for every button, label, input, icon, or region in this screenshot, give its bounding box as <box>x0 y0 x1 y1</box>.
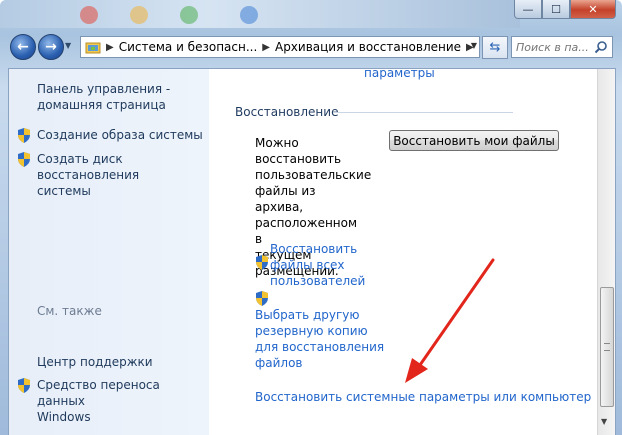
create-recovery-disc-link[interactable]: Создать диск восстановления системы <box>37 151 209 199</box>
uac-shield-icon <box>256 291 268 306</box>
vertical-scrollbar[interactable]: ▼ <box>597 69 615 435</box>
forward-arrow-icon: → <box>45 39 57 55</box>
action-center-link[interactable]: Центр поддержки <box>37 354 153 370</box>
back-arrow-icon: ← <box>17 39 29 55</box>
search-icon[interactable] <box>594 40 608 54</box>
close-button[interactable]: ✕ <box>570 0 616 19</box>
maximize-button[interactable]: ☐ <box>542 0 570 19</box>
uac-shield-icon <box>18 128 30 143</box>
breadcrumb-separator-icon[interactable]: ▶ <box>106 42 114 53</box>
window-frame: — ☐ ✕ ← → ▼ ▶ Система и безопасн... ▶ Ар… <box>0 0 622 435</box>
link-line: для восстановления <box>255 340 385 354</box>
glass-title-strip <box>0 0 520 28</box>
minimize-button[interactable]: — <box>514 0 542 19</box>
taskbar-glow <box>80 6 98 24</box>
scrollbar-thumb[interactable] <box>600 287 614 407</box>
task-link-line: Создать диск восстановления <box>37 152 140 182</box>
refresh-icon: ⇆ <box>489 40 501 55</box>
search-input[interactable] <box>512 39 594 55</box>
description-line: восстановить <box>255 152 342 166</box>
link-line: пользователей <box>270 274 366 288</box>
control-panel-icon <box>85 42 101 54</box>
description-line: файлы из архива, <box>255 184 316 214</box>
see-also-heading: См. также <box>37 304 102 318</box>
uac-shield-icon <box>18 152 30 167</box>
taskbar-glow <box>180 6 198 24</box>
see-also-link-line: Windows <box>37 410 91 424</box>
link-line: Восстановить <box>270 242 358 256</box>
caption-buttons: — ☐ ✕ <box>514 0 616 20</box>
recover-system-settings-link[interactable]: Восстановить системные параметры или ком… <box>255 389 591 405</box>
breadcrumb-separator-icon[interactable]: ▶ <box>262 42 270 53</box>
link-line: Выбрать другую <box>255 308 360 322</box>
main-pane: параметры Восстановление Можно восстанов… <box>209 66 597 435</box>
history-dropdown-icon[interactable]: ▼ <box>65 41 71 50</box>
home-link-line: Панель управления - <box>37 82 171 96</box>
home-link-line: домашняя страница <box>37 98 166 112</box>
uac-shield-icon <box>256 255 268 270</box>
uac-shield-icon <box>18 378 30 393</box>
description-line: пользовательские <box>255 168 372 182</box>
restore-all-users-files-link[interactable]: Восстановить файлы всех пользователей <box>270 241 365 289</box>
section-divider <box>333 112 513 113</box>
address-dropdown-icon[interactable]: ▼ <box>471 41 477 50</box>
link-line: резервную копию <box>255 324 368 338</box>
taskbar-glow <box>240 6 258 24</box>
refresh-button[interactable]: ⇆ <box>482 36 508 59</box>
taskbar-glow <box>130 6 148 24</box>
breadcrumb-backup-restore[interactable]: Архивация и восстановление <box>275 40 461 54</box>
select-another-backup-link[interactable]: Выбрать другую резервную копию для восст… <box>255 307 384 371</box>
search-box <box>511 36 613 58</box>
description-line: Можно <box>255 136 299 150</box>
link-line: файлов <box>255 356 303 370</box>
thumb-grip <box>604 343 610 351</box>
section-title-restore: Восстановление <box>235 105 339 119</box>
breadcrumb-system-security[interactable]: Система и безопасн... <box>119 40 258 54</box>
windows-easy-transfer-link[interactable]: Средство переноса данных Windows <box>37 377 209 425</box>
control-panel-home-link[interactable]: Панель управления - домашняя страница <box>37 81 170 113</box>
scroll-down-arrow-icon[interactable]: ▼ <box>601 417 607 426</box>
forward-button[interactable]: → <box>38 34 64 60</box>
content-area: Панель управления - домашняя страница Со… <box>8 66 616 435</box>
back-button[interactable]: ← <box>10 34 36 60</box>
task-pane: Панель управления - домашняя страница Со… <box>9 69 209 435</box>
address-bar[interactable]: ▶ Система и безопасн... ▶ Архивация и во… <box>80 36 480 58</box>
navigation-bar: ← → ▼ ▶ Система и безопасн... ▶ Архиваци… <box>0 30 622 64</box>
settings-link[interactable]: параметры <box>364 65 435 81</box>
see-also-link-line: Средство переноса данных <box>37 378 160 408</box>
create-system-image-link[interactable]: Создание образа системы <box>37 127 203 143</box>
restore-my-files-button[interactable]: Восстановить мои файлы <box>389 130 559 151</box>
link-line: файлы всех <box>270 258 345 272</box>
task-link-line: системы <box>37 184 91 198</box>
